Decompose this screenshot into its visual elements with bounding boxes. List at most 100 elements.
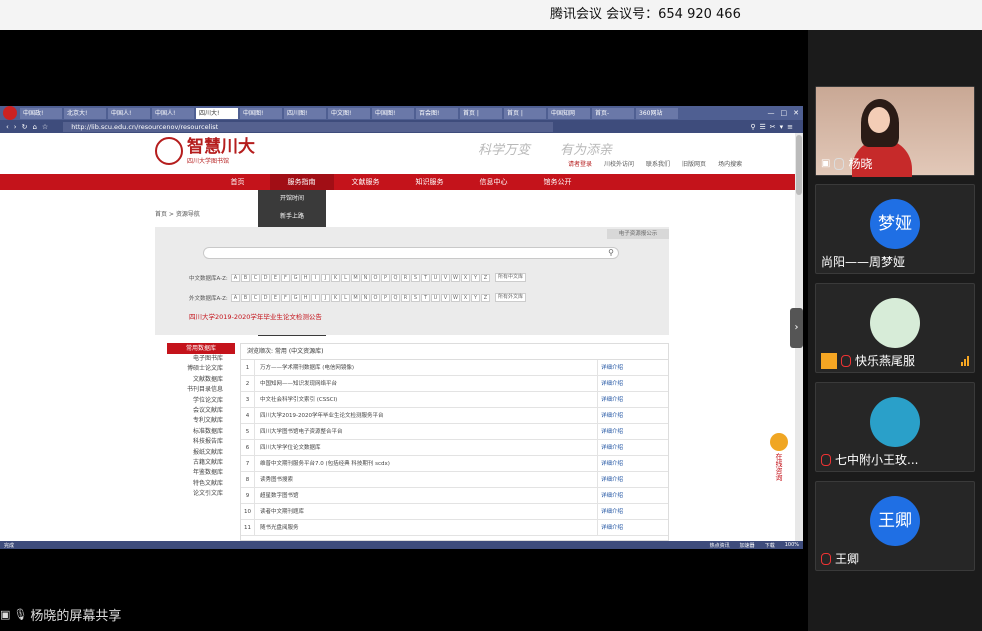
category-head[interactable]: 常用数据库 [167, 343, 235, 354]
status-zoom[interactable]: 100% [785, 542, 799, 548]
search-icon[interactable]: ⚲ [608, 248, 614, 257]
status-item[interactable]: 下载 [765, 542, 775, 549]
details-link[interactable]: 详细介绍 [598, 456, 668, 471]
database-name[interactable]: 读者中文期刊题库 [255, 504, 598, 519]
database-name[interactable]: 四川大学学位论文数据库 [255, 440, 598, 455]
database-name[interactable]: 随书光盘阅服务 [255, 520, 598, 535]
browser-tab[interactable]: 中国政! [20, 107, 62, 119]
dropdown-item[interactable]: 新手上路 [258, 208, 326, 226]
az-letter[interactable]: J [321, 273, 330, 282]
az-letter[interactable]: P [381, 273, 390, 282]
status-item[interactable]: 热点资讯 [710, 542, 730, 549]
details-link[interactable]: 详细介绍 [598, 360, 668, 375]
az-letter[interactable]: U [431, 273, 440, 282]
az-letter[interactable]: D [261, 273, 270, 282]
details-link[interactable]: 详细介绍 [598, 376, 668, 391]
database-name[interactable]: 读秀图书搜索 [255, 472, 598, 487]
az-letter[interactable]: C [251, 273, 260, 282]
az-letter[interactable]: Q [391, 273, 400, 282]
az-letter[interactable]: A [231, 293, 240, 302]
toplink-login[interactable]: 请者登录 [568, 159, 592, 168]
az-letter[interactable]: L [341, 293, 350, 302]
az-letter[interactable]: A [231, 273, 240, 282]
az-letter[interactable]: H [301, 273, 310, 282]
az-letter[interactable]: E [271, 273, 280, 282]
browser-tab[interactable]: 北京大! [64, 107, 106, 119]
az-letter[interactable]: B [241, 293, 250, 302]
details-link[interactable]: 详细介绍 [598, 392, 668, 407]
nav-controls[interactable]: ‹›↻⌂☆ [6, 123, 53, 131]
url-bar[interactable]: http://lib.scu.edu.cn/resourcenov/resour… [63, 121, 554, 132]
details-link[interactable]: 详细介绍 [598, 408, 668, 423]
category-item[interactable]: 专利文献库 [155, 416, 235, 426]
az-letter[interactable]: H [301, 293, 310, 302]
details-link[interactable]: 详细介绍 [598, 504, 668, 519]
online-consult-widget[interactable]: 在线咨询 [768, 433, 790, 481]
database-name[interactable]: 万方——学术期刊数据库 (电信网镜像) [255, 360, 598, 375]
browser-tab[interactable]: 中国人! [152, 107, 194, 119]
nav-item[interactable]: 信息中心 [462, 174, 526, 190]
category-item[interactable]: 学位论文库 [155, 396, 235, 406]
az-letter[interactable]: D [261, 293, 270, 302]
details-link[interactable]: 详细介绍 [598, 472, 668, 487]
notice-link[interactable]: 四川大学2019-2020学年毕业生论文检测公告 [189, 311, 322, 321]
category-item[interactable]: 科技报告库 [155, 437, 235, 447]
az-letter[interactable]: I [311, 293, 320, 302]
browser-tab[interactable]: 四川图! [284, 107, 326, 119]
az-letter[interactable]: U [431, 293, 440, 302]
database-name[interactable]: 中文社会科学引文索引 (CSSCI) [255, 392, 598, 407]
az-letter[interactable]: O [371, 293, 380, 302]
participant-tile[interactable]: ▣ 杨晓 [815, 86, 975, 177]
browser-tab[interactable]: 360网站 [636, 107, 678, 119]
browser-tab[interactable]: 首页 | [504, 107, 546, 119]
browser-tab[interactable]: 百会图! [416, 107, 458, 119]
az-letter[interactable]: V [441, 273, 450, 282]
az-letter[interactable]: M [351, 273, 360, 282]
az-letter[interactable]: X [461, 293, 470, 302]
az-letter[interactable]: E [271, 293, 280, 302]
az-letter[interactable]: O [371, 273, 380, 282]
az-letter[interactable]: Z [481, 293, 490, 302]
toplink-offcampus[interactable]: 川校外访问 [604, 159, 634, 168]
browser-tab[interactable]: 中国知网 [548, 107, 590, 119]
browser-tab[interactable]: 四川大! [196, 107, 238, 119]
toolbar-icons[interactable]: ⚲☰✂▾≡ [750, 123, 803, 131]
az-letter[interactable]: G [291, 293, 300, 302]
status-item[interactable]: 加速器 [740, 542, 755, 549]
category-item[interactable]: 博硕士论文库 [155, 364, 235, 374]
az-all-foreign[interactable]: 所有外文库 [495, 293, 527, 302]
az-letter[interactable]: T [421, 273, 430, 282]
az-letter[interactable]: Y [471, 293, 480, 302]
az-letter[interactable]: B [241, 273, 250, 282]
sidebar-toggle-button[interactable]: › [790, 308, 803, 348]
az-letter[interactable]: S [411, 273, 420, 282]
az-letter[interactable]: Z [481, 273, 490, 282]
site-brand[interactable]: 智慧川大 四川大学图书馆 [155, 137, 255, 165]
nav-item[interactable]: 知识服务 [398, 174, 462, 190]
window-controls[interactable]: — □ ✕ [768, 109, 804, 117]
toplink-sitesearch[interactable]: 场内搜索 [718, 159, 742, 168]
az-letter[interactable]: S [411, 293, 420, 302]
participant-tile[interactable]: 梦娅 尚阳——周梦娅 [815, 184, 975, 274]
search-input[interactable]: ⚲ [203, 247, 619, 259]
az-letter[interactable]: V [441, 293, 450, 302]
toplink-contact[interactable]: 联系我们 [646, 159, 670, 168]
participant-tile[interactable]: 王卿 王卿 [815, 481, 975, 571]
browser-tab[interactable]: 中国图! [372, 107, 414, 119]
az-all-chinese[interactable]: 所有中文库 [495, 273, 527, 282]
category-item[interactable]: 特色文献库 [155, 479, 235, 489]
participant-tile[interactable]: 快乐燕尾服 [815, 283, 975, 373]
details-link[interactable]: 详细介绍 [598, 520, 668, 535]
database-name[interactable]: 维普中文期刊服务平台7.0 (包括经典 科技期刊 scdx) [255, 456, 598, 471]
nav-item[interactable]: 文献服务 [334, 174, 398, 190]
browser-tab[interactable]: 中文图! [328, 107, 370, 119]
details-link[interactable]: 详细介绍 [598, 488, 668, 503]
az-letter[interactable]: J [321, 293, 330, 302]
az-letter[interactable]: W [451, 293, 460, 302]
az-letter[interactable]: M [351, 293, 360, 302]
az-letter[interactable]: F [281, 273, 290, 282]
database-name[interactable]: 四川大学图书馆电子资源整合平台 [255, 424, 598, 439]
nav-item[interactable]: 馆务公开 [526, 174, 590, 190]
az-letter[interactable]: G [291, 273, 300, 282]
category-item[interactable]: 论文引文库 [155, 489, 235, 499]
